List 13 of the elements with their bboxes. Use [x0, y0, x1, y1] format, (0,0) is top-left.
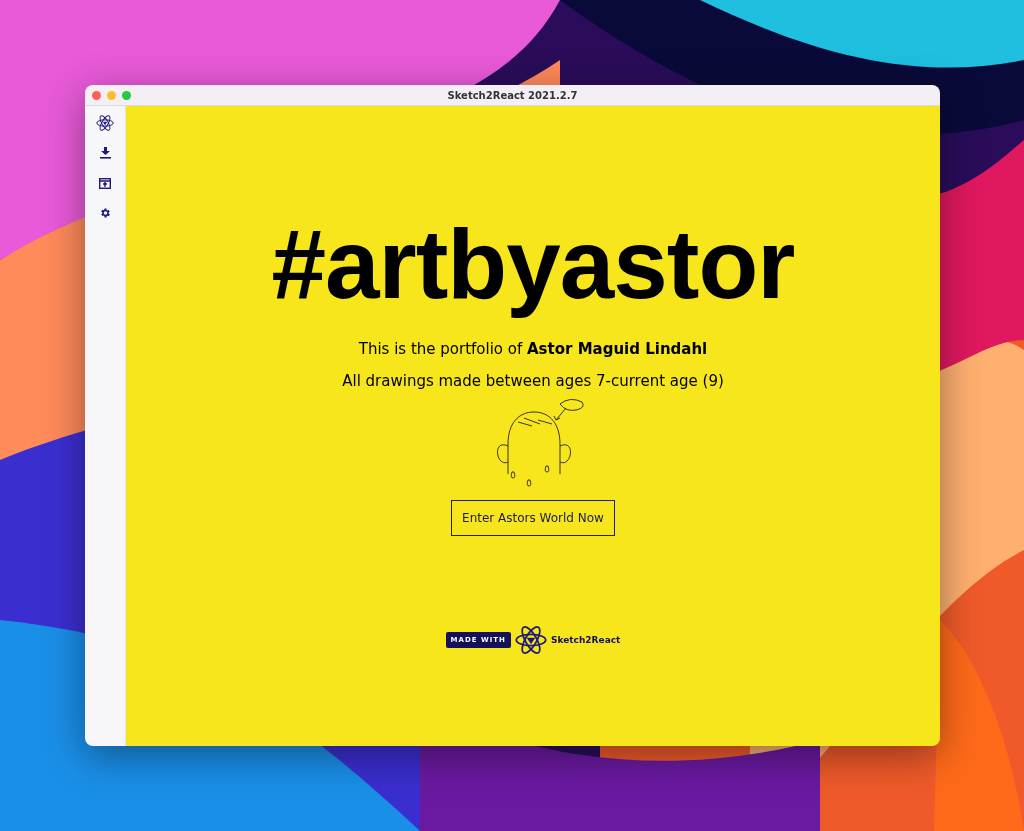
- close-button[interactable]: [92, 90, 101, 100]
- hero-title: #artbyastor: [270, 208, 796, 321]
- settings-icon: [99, 207, 111, 219]
- atom-icon: [96, 114, 114, 132]
- atom-icon: [515, 623, 547, 656]
- subtitle-text: All drawings made between ages 7-current age (9): [342, 371, 724, 390]
- window-title: Sketch2React 2021.2.7: [447, 89, 578, 101]
- brand-name: Sketch2React: [551, 634, 621, 645]
- intro-text: This is the portfolio of Astor Maguid Lindahl: [358, 339, 708, 358]
- download-icon: [99, 147, 111, 159]
- export-icon: [99, 177, 111, 189]
- logo-button[interactable]: [96, 114, 114, 132]
- enter-button[interactable]: Enter Astors World Now: [451, 499, 615, 536]
